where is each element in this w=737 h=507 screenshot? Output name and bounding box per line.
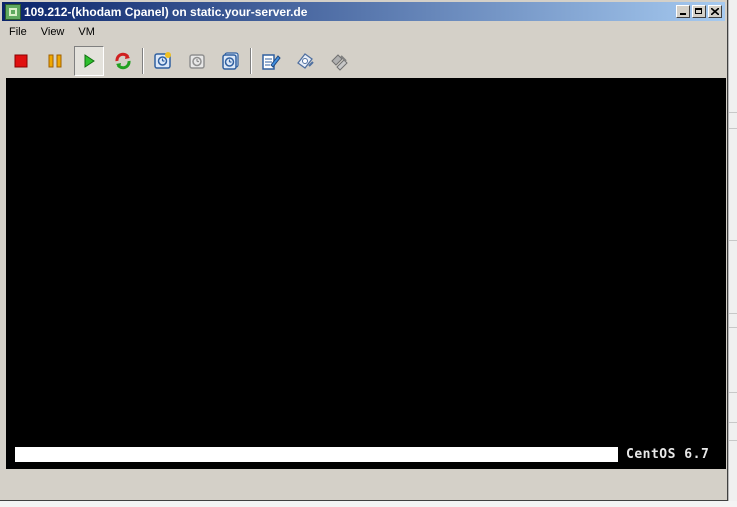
os-boot-label: CentOS 6.7: [626, 447, 710, 462]
suspend-button[interactable]: [40, 46, 70, 76]
snapshot-manager-button[interactable]: [216, 46, 246, 76]
menu-bar: File View VM: [2, 24, 102, 42]
title-bar[interactable]: 109.212-(khodam Cpanel) on static.your-s…: [2, 2, 725, 21]
edit-settings-icon: [262, 54, 281, 70]
cd-dvd-button[interactable]: [290, 46, 320, 76]
revert-snapshot-icon: [189, 54, 205, 69]
boot-progress-bar: [15, 447, 618, 462]
close-icon: [711, 8, 719, 15]
maximize-button[interactable]: [692, 5, 706, 18]
vm-console-window: 109.212-(khodam Cpanel) on static.your-s…: [0, 0, 728, 501]
menu-file[interactable]: File: [2, 24, 34, 42]
toolbar-separator: [142, 48, 144, 74]
menu-view[interactable]: View: [34, 24, 72, 42]
cd-dvd-icon: [297, 53, 314, 69]
window-title: 109.212-(khodam Cpanel) on static.your-s…: [24, 4, 308, 19]
suspend-icon: [48, 54, 62, 68]
floppy-icon: [331, 54, 348, 71]
power-on-icon: [84, 54, 95, 68]
background-window-edge: [728, 0, 737, 507]
revert-snapshot-button[interactable]: [182, 46, 212, 76]
take-snapshot-button[interactable]: [148, 46, 178, 76]
minimize-button[interactable]: [676, 5, 690, 18]
power-off-button[interactable]: [6, 46, 36, 76]
close-button[interactable]: [708, 5, 722, 18]
status-bar: [2, 471, 725, 498]
toolbar-separator: [250, 48, 252, 74]
power-on-button[interactable]: [74, 46, 104, 76]
snapshot-manager-icon: [222, 52, 239, 70]
reset-icon: [115, 52, 131, 70]
power-off-icon: [14, 54, 28, 68]
vm-console-screen[interactable]: CentOS 6.7: [6, 78, 726, 469]
edit-settings-button[interactable]: [256, 46, 286, 76]
floppy-button[interactable]: [324, 46, 354, 76]
take-snapshot-icon: [154, 52, 171, 69]
vm-console-app-icon: [5, 3, 21, 20]
menu-vm[interactable]: VM: [71, 24, 102, 42]
reset-button[interactable]: [108, 46, 138, 76]
toolbar: [4, 45, 724, 77]
background-window-bottom: [0, 501, 737, 507]
